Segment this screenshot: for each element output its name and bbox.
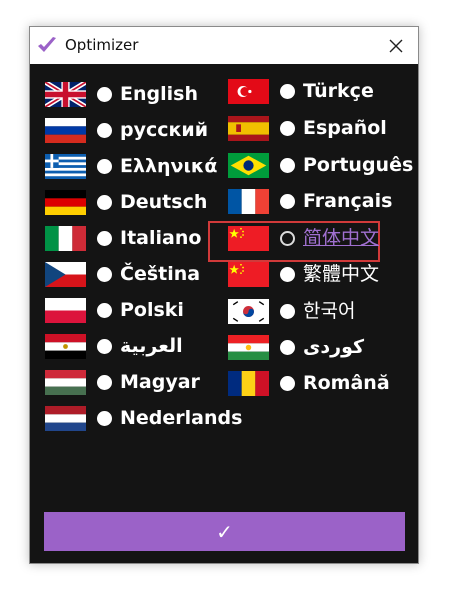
radio-button[interactable] [280,84,295,99]
close-button[interactable] [374,27,418,64]
language-option-romanian[interactable]: Română [228,371,408,401]
language-label: Magyar [120,371,200,393]
language-label: كوردى [303,336,365,358]
confirm-button[interactable]: ✓ [44,512,405,551]
language-label: Polski [120,299,184,321]
language-option-spanish[interactable]: Español [228,116,408,146]
language-option-russian[interactable]: русский [45,118,225,148]
radio-button[interactable] [97,411,112,426]
russia-flag-icon [45,118,86,143]
radio-button[interactable] [97,195,112,210]
radio-button[interactable] [97,159,112,174]
language-label: Čeština [120,263,201,285]
romania-flag-icon [228,371,269,396]
language-label: 한국어 [303,300,356,322]
language-label: русский [120,119,209,141]
language-label: Ελληνικά [120,155,218,177]
language-option-greek[interactable]: Ελληνικά [45,154,225,184]
language-option-turkish[interactable]: Türkçe [228,79,408,109]
language-option-italian[interactable]: Italiano [45,226,225,256]
language-option-french[interactable]: Français [228,189,408,219]
window-title: Optimizer [65,36,139,54]
language-option-simplified-chinese[interactable]: 简体中文 [228,226,408,256]
language-option-german[interactable]: Deutsch [45,190,225,220]
radio-button[interactable] [280,304,295,319]
radio-button[interactable] [280,121,295,136]
brazil-flag-icon [228,153,269,178]
kurdistan-flag-icon [228,335,269,360]
language-option-korean[interactable]: 한국어 [228,299,408,329]
radio-button[interactable] [280,267,295,282]
radio-button[interactable] [280,340,295,355]
radio-button[interactable] [97,339,112,354]
radio-button-selected[interactable] [280,231,295,246]
uk-flag-icon [45,82,86,107]
language-label: Deutsch [120,191,208,213]
language-option-portuguese[interactable]: Português [228,153,413,183]
language-option-english[interactable]: English [45,82,225,112]
germany-flag-icon [45,190,86,215]
close-icon [389,39,403,52]
radio-button[interactable] [97,123,112,138]
language-label: 繁體中文 [303,263,380,285]
netherlands-flag-icon [45,406,86,431]
optimizer-window: Optimizer English русский Ελληνικά Deuts… [29,26,419,564]
language-label: Italiano [120,227,202,249]
czech-flag-icon [45,262,86,287]
hungary-flag-icon [45,370,86,395]
language-label: Română [303,372,390,394]
china-flag-icon [228,226,269,251]
checkmark-icon: ✓ [216,519,233,544]
radio-button[interactable] [280,158,295,173]
language-label: Nederlands [120,407,243,429]
language-option-dutch[interactable]: Nederlands [45,406,242,436]
language-label: Español [303,117,387,139]
egypt-flag-icon [45,334,86,359]
radio-button[interactable] [97,303,112,318]
title-bar: Optimizer [30,27,418,64]
language-label: العربية [120,335,183,357]
language-option-czech[interactable]: Čeština [45,262,225,292]
language-label: Français [303,190,393,212]
radio-button[interactable] [280,194,295,209]
language-option-polish[interactable]: Polski [45,298,225,328]
radio-button[interactable] [280,376,295,391]
language-label: Português [303,154,414,176]
language-option-hungarian[interactable]: Magyar [45,370,225,400]
language-label: English [120,83,198,105]
checkmark-logo-icon [38,37,56,52]
radio-button[interactable] [97,87,112,102]
radio-button[interactable] [97,267,112,282]
radio-button[interactable] [97,375,112,390]
turkey-flag-icon [228,79,269,104]
poland-flag-icon [45,298,86,323]
greece-flag-icon [45,154,86,179]
radio-button[interactable] [97,231,112,246]
language-option-arabic[interactable]: العربية [45,334,225,364]
language-label: Türkçe [303,80,374,102]
language-option-kurdish[interactable]: كوردى [228,335,408,365]
italy-flag-icon [45,226,86,251]
language-label: 简体中文 [303,227,380,249]
france-flag-icon [228,189,269,214]
language-option-traditional-chinese[interactable]: 繁體中文 [228,262,408,292]
china-flag-icon [228,262,269,287]
spain-flag-icon [228,116,269,141]
korea-flag-icon [228,299,269,324]
